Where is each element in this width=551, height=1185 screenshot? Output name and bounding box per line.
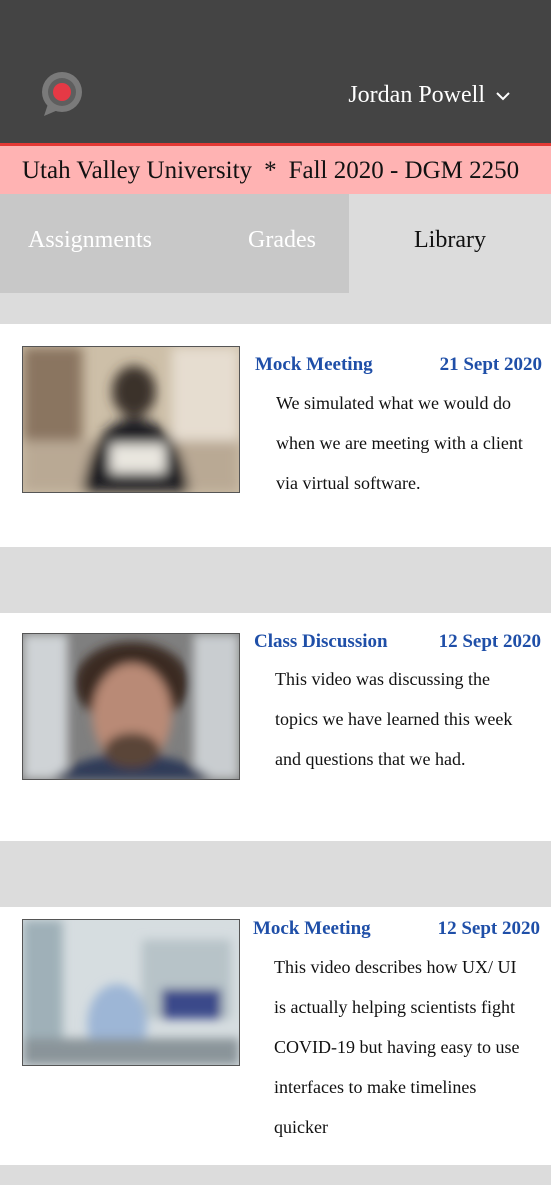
video-description: We simulated what we would do when we ar…	[276, 393, 523, 493]
video-title[interactable]: Mock Meeting	[255, 354, 373, 376]
course-school: Utah Valley University	[22, 157, 253, 184]
video-title[interactable]: Mock Meeting	[253, 918, 371, 940]
course-term: Fall 2020 - DGM 2250	[288, 157, 520, 184]
video-date: 12 Sept 2020	[438, 631, 541, 652]
user-name: Jordan Powell	[348, 82, 485, 108]
video-thumbnail[interactable]	[22, 919, 240, 1066]
video-description: This video was discussing the topics we …	[275, 669, 513, 769]
speech-bubble-icon[interactable]	[38, 70, 86, 120]
video-date: 12 Sept 2020	[437, 918, 540, 939]
video-thumbnail[interactable]	[22, 346, 240, 493]
library-card: Class Discussion 12 Sept 2020 This video…	[0, 613, 551, 841]
tab-library[interactable]: Library	[349, 194, 551, 293]
user-menu[interactable]: Jordan Powell	[348, 82, 511, 109]
tab-bar: Assignments Grades Library	[0, 194, 551, 293]
tab-grades[interactable]: Grades	[248, 194, 316, 293]
video-thumbnail[interactable]	[22, 633, 240, 780]
video-description: This video describes how UX/ UI is actua…	[274, 957, 520, 1137]
chevron-down-icon	[496, 91, 510, 100]
library-card: Mock Meeting 12 Sept 2020 This video des…	[0, 907, 551, 1165]
course-bar: Utah Valley University * Fall 2020 - DGM 2…	[0, 146, 551, 194]
video-title[interactable]: Class Discussion	[254, 631, 388, 653]
library-card: Mock Meeting 21 Sept 2020 We simulated w…	[0, 324, 551, 547]
top-bar: Jordan Powell	[0, 0, 551, 143]
video-date: 21 Sept 2020	[439, 354, 542, 375]
course-separator: *	[264, 157, 277, 184]
tab-assignments[interactable]: Assignments	[28, 194, 152, 293]
